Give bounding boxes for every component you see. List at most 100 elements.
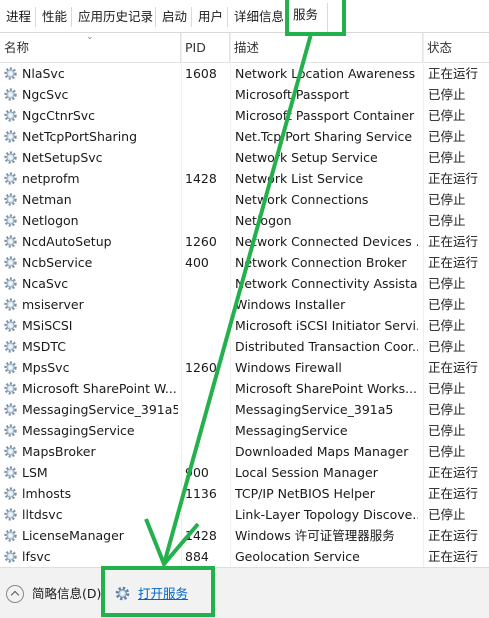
open-services-link[interactable]: 打开服务	[115, 584, 188, 604]
gear-icon	[4, 214, 17, 227]
service-status: 正在运行	[428, 360, 479, 375]
service-pid	[185, 84, 230, 105]
tab-app-history[interactable]: 应用历史记录	[72, 7, 156, 27]
table-row[interactable]: NgcSvc Microsoft Passport 已停止	[0, 84, 489, 105]
table-row[interactable]: LicenseManager 1428 Windows 许可证管理器服务 正在运行	[0, 525, 489, 546]
service-pid: 1260	[185, 234, 217, 249]
service-pid	[185, 294, 230, 315]
tab-startup[interactable]: 启动	[156, 7, 192, 27]
gear-icon	[4, 235, 17, 248]
service-name: Netman	[22, 192, 72, 207]
tab-performance[interactable]: 性能	[36, 7, 72, 27]
service-status: 正在运行	[428, 549, 479, 564]
service-description: Netlogon	[235, 213, 292, 228]
service-description: Microsoft Passport Container	[235, 108, 415, 123]
table-row[interactable]: msiserver Windows Installer 已停止	[0, 294, 489, 315]
gear-icon	[4, 256, 17, 269]
service-name: LicenseManager	[22, 528, 124, 543]
service-status: 正在运行	[428, 486, 479, 501]
service-pid: 1260	[185, 360, 217, 375]
service-status: 已停止	[428, 213, 466, 228]
table-row[interactable]: NlaSvc 1608 Network Location Awareness 正在运行	[0, 63, 489, 84]
gear-icon	[4, 67, 17, 80]
column-header-name[interactable]: 名称 ⌄	[0, 32, 181, 63]
table-row[interactable]: MessagingService_391a5 MessagingService_3…	[0, 399, 489, 420]
column-header-name-label: 名称	[4, 40, 30, 55]
gear-icon	[4, 466, 17, 479]
table-row[interactable]: LSM 900 Local Session Manager 正在运行	[0, 462, 489, 483]
service-name: NcaSvc	[22, 276, 69, 291]
service-pid: 1428	[185, 171, 217, 186]
gear-icon	[4, 172, 17, 185]
table-row[interactable]: Netman Network Connections 已停止	[0, 189, 489, 210]
service-name: LSM	[22, 465, 48, 480]
service-name: NetTcpPortSharing	[22, 129, 138, 144]
tab-processes[interactable]: 进程	[0, 7, 36, 27]
gear-icon	[4, 424, 17, 437]
tab-services[interactable]: 服务	[286, 3, 328, 33]
table-row[interactable]: NcbService 400 Network Connection Broker 正在…	[0, 252, 489, 273]
table-row[interactable]: netprofm 1428 Network List Service 正在运行	[0, 168, 489, 189]
service-description: Microsoft iSCSI Initiator Servi...	[235, 318, 418, 333]
service-status: 已停止	[428, 276, 466, 291]
table-row[interactable]: NcdAutoSetup 1260 Network Connected Device…	[0, 231, 489, 252]
column-header-status[interactable]: 状态	[423, 33, 489, 63]
table-row[interactable]: lmhosts 1136 TCP/IP NetBIOS Helper 正在运行	[0, 483, 489, 504]
service-description: Network Connections	[235, 192, 369, 207]
footer-divider	[103, 582, 104, 606]
service-name: MessagingService_391a5	[22, 402, 178, 417]
table-row[interactable]: Microsoft SharePoint W... Microsoft Share…	[0, 378, 489, 399]
service-description: Network List Service	[235, 171, 364, 186]
service-description: Link-Layer Topology Discove...	[235, 507, 418, 522]
service-name: NgcSvc	[22, 87, 69, 102]
table-row[interactable]: lfsvc 884 Geolocation Service 正在运行	[0, 546, 489, 567]
service-name: NgcCtnrSvc	[22, 108, 96, 123]
table-row[interactable]: NgcCtnrSvc Microsoft Passport Container 已停…	[0, 105, 489, 126]
service-description: Geolocation Service	[235, 549, 360, 564]
footer-bar: 简略信息(D) 打开服务	[0, 567, 489, 618]
service-name: NetSetupSvc	[22, 150, 103, 165]
table-row[interactable]: MSiSCSI Microsoft iSCSI Initiator Servi..…	[0, 315, 489, 336]
service-name: Netlogon	[22, 213, 79, 228]
service-name: NcbService	[22, 255, 93, 270]
service-status: 正在运行	[428, 66, 479, 81]
service-status: 已停止	[428, 87, 466, 102]
service-description: Distributed Transaction Coor...	[235, 339, 418, 354]
gear-icon	[4, 88, 17, 101]
service-status: 已停止	[428, 339, 466, 354]
table-row[interactable]: Netlogon Netlogon 已停止	[0, 210, 489, 231]
service-status: 正在运行	[428, 528, 479, 543]
tab-users[interactable]: 用户	[192, 7, 228, 27]
column-header-pid[interactable]: PID	[181, 33, 230, 63]
service-name: lltdsvc	[22, 507, 63, 522]
gear-icon	[4, 361, 17, 374]
tab-details[interactable]: 详细信息	[228, 7, 286, 27]
column-header-description[interactable]: 描述	[230, 33, 423, 63]
gear-icon	[4, 382, 17, 395]
service-status: 已停止	[428, 381, 466, 396]
service-status: 正在运行	[428, 465, 479, 480]
gear-icon	[4, 340, 17, 353]
service-description: Microsoft SharePoint Works...	[235, 381, 418, 396]
table-row[interactable]: MapsBroker Downloaded Maps Manager 已停止	[0, 441, 489, 462]
gear-icon	[4, 487, 17, 500]
chevron-up-icon[interactable]	[6, 585, 24, 603]
table-row[interactable]: lltdsvc Link-Layer Topology Discove... 已停止	[0, 504, 489, 525]
table-row[interactable]: NcaSvc Network Connectivity Assistant 已停止	[0, 273, 489, 294]
table-row[interactable]: NetSetupSvc Network Setup Service 已停止	[0, 147, 489, 168]
table-row[interactable]: MessagingService MessagingService 已停止	[0, 420, 489, 441]
service-status: 已停止	[428, 507, 466, 522]
service-status: 已停止	[428, 192, 466, 207]
service-description: Net.Tcp Port Sharing Service	[235, 129, 413, 144]
service-pid	[185, 399, 230, 420]
table-row[interactable]: NetTcpPortSharing Net.Tcp Port Sharing Se…	[0, 126, 489, 147]
gear-icon	[4, 130, 17, 143]
service-status: 正在运行	[428, 234, 479, 249]
service-status: 已停止	[428, 402, 466, 417]
service-status: 已停止	[428, 297, 466, 312]
table-row[interactable]: MpsSvc 1260 Windows Firewall 正在运行	[0, 357, 489, 378]
service-name: MSDTC	[22, 339, 66, 354]
brief-info-button[interactable]: 简略信息(D)	[32, 584, 101, 604]
service-name: MSiSCSI	[22, 318, 73, 333]
table-row[interactable]: MSDTC Distributed Transaction Coor... 已停止	[0, 336, 489, 357]
